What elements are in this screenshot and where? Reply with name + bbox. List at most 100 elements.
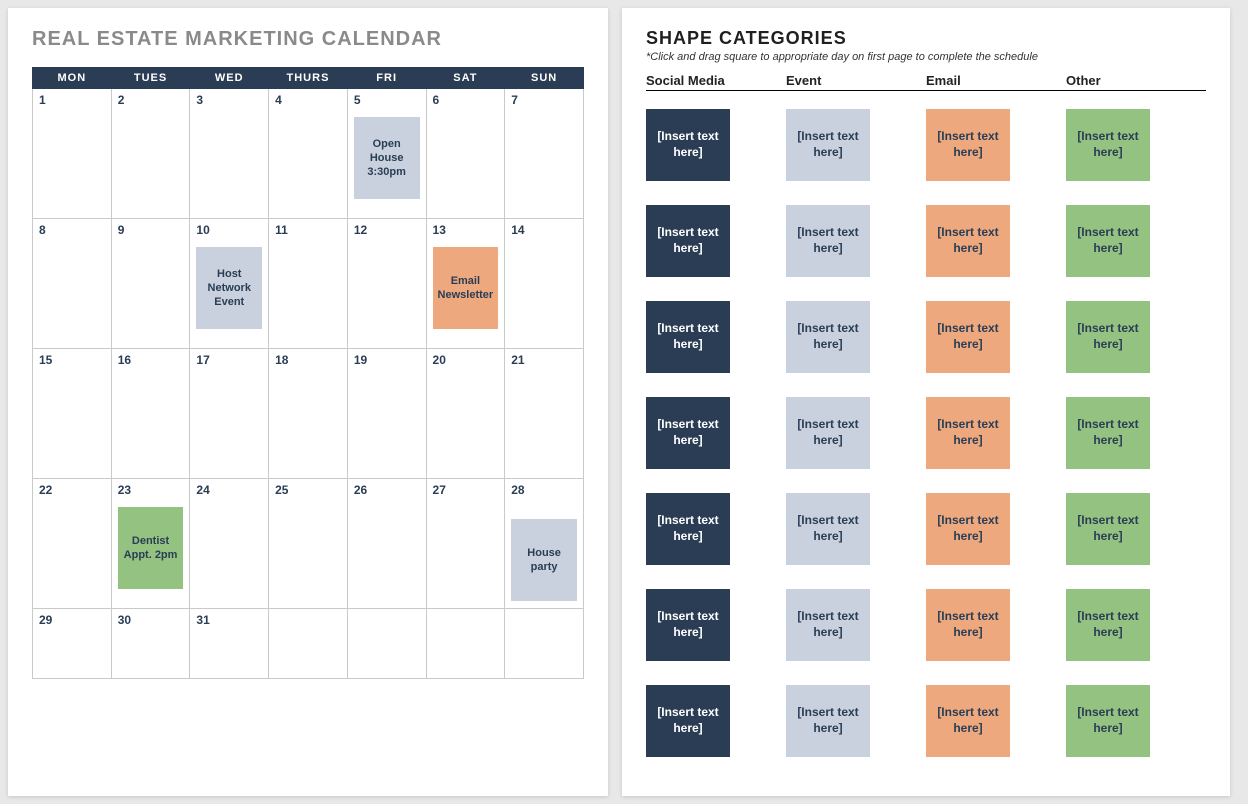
weekday-header: WED [190, 68, 269, 89]
draggable-shape[interactable]: [Insert text here] [926, 301, 1010, 373]
calendar-cell[interactable]: 7 [505, 89, 584, 219]
calendar-table: MONTUESWEDTHURSFRISATSUN 12345Open House… [32, 67, 584, 679]
calendar-event[interactable]: Email Newsletter [433, 247, 499, 329]
category-column: [Insert text here] [Insert text here] [Ins… [646, 91, 786, 781]
category-label: Other [1066, 73, 1206, 88]
calendar-cell[interactable]: 12 [347, 219, 426, 349]
day-number: 18 [275, 353, 341, 367]
day-number: 17 [196, 353, 262, 367]
calendar-cell[interactable]: 3 [190, 89, 269, 219]
calendar-event[interactable]: Open House 3:30pm [354, 117, 420, 199]
day-number: 10 [196, 223, 262, 237]
calendar-cell[interactable]: 27 [426, 479, 505, 609]
day-number: 11 [275, 223, 341, 237]
calendar-cell[interactable]: 31 [190, 609, 269, 679]
draggable-shape[interactable]: [Insert text here] [646, 301, 730, 373]
calendar-cell[interactable] [505, 609, 584, 679]
draggable-shape[interactable]: [Insert text here] [1066, 493, 1150, 565]
calendar-cell[interactable]: 21 [505, 349, 584, 479]
calendar-cell[interactable]: 24 [190, 479, 269, 609]
weekday-header: FRI [347, 68, 426, 89]
draggable-shape[interactable]: [Insert text here] [786, 493, 870, 565]
draggable-shape[interactable]: [Insert text here] [786, 589, 870, 661]
draggable-shape[interactable]: [Insert text here] [926, 493, 1010, 565]
day-number: 21 [511, 353, 577, 367]
draggable-shape[interactable]: [Insert text here] [646, 205, 730, 277]
draggable-shape[interactable]: [Insert text here] [786, 301, 870, 373]
draggable-shape[interactable]: [Insert text here] [1066, 205, 1150, 277]
calendar-cell[interactable]: 22 [33, 479, 112, 609]
day-number: 3 [196, 93, 262, 107]
draggable-shape[interactable]: [Insert text here] [1066, 397, 1150, 469]
draggable-shape[interactable]: [Insert text here] [646, 493, 730, 565]
day-number: 22 [39, 483, 105, 497]
calendar-cell[interactable]: 16 [111, 349, 190, 479]
calendar-cell[interactable]: 14 [505, 219, 584, 349]
weekday-header: MON [33, 68, 112, 89]
calendar-cell[interactable]: 18 [269, 349, 348, 479]
day-number: 4 [275, 93, 341, 107]
day-number: 2 [118, 93, 184, 107]
shapes-page: SHAPE CATEGORIES *Click and drag square … [622, 8, 1230, 796]
calendar-cell[interactable]: 17 [190, 349, 269, 479]
draggable-shape[interactable]: [Insert text here] [1066, 301, 1150, 373]
calendar-cell[interactable]: 28House party [505, 479, 584, 609]
calendar-cell[interactable]: 5 Open House 3:30pm [347, 89, 426, 219]
calendar-cell[interactable]: 11 [269, 219, 348, 349]
calendar-cell[interactable]: 2 [111, 89, 190, 219]
calendar-cell[interactable]: 6 [426, 89, 505, 219]
day-number: 5 [354, 93, 420, 107]
draggable-shape[interactable]: [Insert text here] [926, 685, 1010, 757]
day-number: 9 [118, 223, 184, 237]
calendar-event[interactable]: House party [511, 519, 577, 601]
calendar-cell[interactable]: 13Email Newsletter [426, 219, 505, 349]
calendar-cell[interactable]: 30 [111, 609, 190, 679]
calendar-title: REAL ESTATE MARKETING CALENDAR [32, 28, 584, 51]
day-number: 29 [39, 613, 105, 627]
draggable-shape[interactable]: [Insert text here] [646, 685, 730, 757]
draggable-shape[interactable]: [Insert text here] [926, 109, 1010, 181]
draggable-shape[interactable]: [Insert text here] [786, 109, 870, 181]
calendar-cell[interactable]: 20 [426, 349, 505, 479]
calendar-cell[interactable]: 4 [269, 89, 348, 219]
draggable-shape[interactable]: [Insert text here] [1066, 589, 1150, 661]
draggable-shape[interactable]: [Insert text here] [926, 205, 1010, 277]
calendar-cell[interactable]: 29 [33, 609, 112, 679]
day-number: 20 [433, 353, 499, 367]
calendar-page: REAL ESTATE MARKETING CALENDAR MONTUESWE… [8, 8, 608, 796]
draggable-shape[interactable]: [Insert text here] [926, 589, 1010, 661]
draggable-shape[interactable]: [Insert text here] [646, 397, 730, 469]
calendar-cell[interactable] [269, 609, 348, 679]
day-number: 14 [511, 223, 577, 237]
calendar-cell[interactable]: 26 [347, 479, 426, 609]
calendar-cell[interactable]: 1 [33, 89, 112, 219]
weekday-header: THURS [269, 68, 348, 89]
calendar-cell[interactable]: 25 [269, 479, 348, 609]
draggable-shape[interactable]: [Insert text here] [926, 397, 1010, 469]
calendar-event[interactable]: Host Network Event [196, 247, 262, 329]
draggable-shape[interactable]: [Insert text here] [646, 109, 730, 181]
calendar-cell[interactable]: 10 Host Network Event [190, 219, 269, 349]
draggable-shape[interactable]: [Insert text here] [786, 205, 870, 277]
calendar-cell[interactable] [347, 609, 426, 679]
draggable-shape[interactable]: [Insert text here] [1066, 109, 1150, 181]
category-label: Email [926, 73, 1066, 88]
day-number: 23 [118, 483, 184, 497]
calendar-cell[interactable]: 9 [111, 219, 190, 349]
draggable-shape[interactable]: [Insert text here] [786, 685, 870, 757]
draggable-shape[interactable]: [Insert text here] [1066, 685, 1150, 757]
day-number: 26 [354, 483, 420, 497]
category-column: [Insert text here] [Insert text here] [Ins… [786, 91, 926, 781]
calendar-cell[interactable]: 23 Dentist Appt. 2pm [111, 479, 190, 609]
calendar-cell[interactable]: 15 [33, 349, 112, 479]
draggable-shape[interactable]: [Insert text here] [786, 397, 870, 469]
day-number: 15 [39, 353, 105, 367]
category-label: Social Media [646, 73, 786, 88]
calendar-cell[interactable]: 19 [347, 349, 426, 479]
calendar-cell[interactable]: 8 [33, 219, 112, 349]
draggable-shape[interactable]: [Insert text here] [646, 589, 730, 661]
category-column: [Insert text here] [Insert text here] [Ins… [926, 91, 1066, 781]
calendar-cell[interactable] [426, 609, 505, 679]
category-header-row: Social MediaEventEmailOther [646, 73, 1206, 91]
calendar-event[interactable]: Dentist Appt. 2pm [118, 507, 184, 589]
